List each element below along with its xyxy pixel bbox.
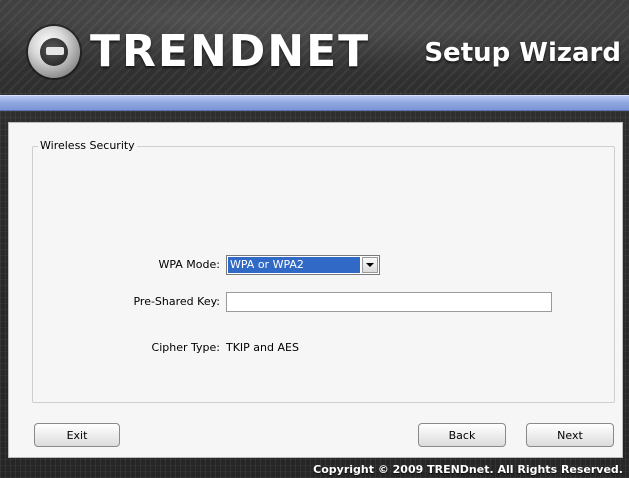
wpa-mode-selected-value: WPA or WPA2	[227, 256, 361, 274]
wizard-title: Setup Wizard	[424, 38, 621, 68]
content-panel: Wireless Security WPA Mode: WPA or WPA2 …	[8, 122, 623, 458]
dropdown-arrow-button[interactable]	[362, 257, 378, 273]
next-button[interactable]: Next	[526, 423, 614, 447]
wpa-mode-label: WPA Mode:	[158, 258, 220, 271]
trendnet-logo-icon	[28, 26, 80, 78]
pre-shared-key-input[interactable]	[226, 292, 552, 312]
cipher-type-label: Cipher Type:	[151, 341, 220, 354]
group-title: Wireless Security	[38, 139, 137, 152]
copyright-text: Copyright © 2009 TRENDnet. All Rights Re…	[313, 463, 623, 476]
pre-shared-key-label: Pre-Shared Key:	[133, 295, 220, 308]
accent-bar	[0, 95, 629, 111]
app-window: TRENDNET Setup Wizard Wireless Security …	[0, 0, 629, 478]
header-banner: TRENDNET Setup Wizard	[0, 0, 629, 92]
brand-name: TRENDNET	[90, 26, 371, 77]
chevron-down-icon	[366, 263, 374, 267]
exit-button[interactable]: Exit	[34, 423, 120, 447]
wireless-security-group: Wireless Security WPA Mode: WPA or WPA2 …	[32, 139, 615, 403]
cipher-type-value: TKIP and AES	[226, 341, 299, 354]
wpa-mode-select[interactable]: WPA or WPA2	[226, 255, 380, 275]
back-button[interactable]: Back	[418, 423, 506, 447]
